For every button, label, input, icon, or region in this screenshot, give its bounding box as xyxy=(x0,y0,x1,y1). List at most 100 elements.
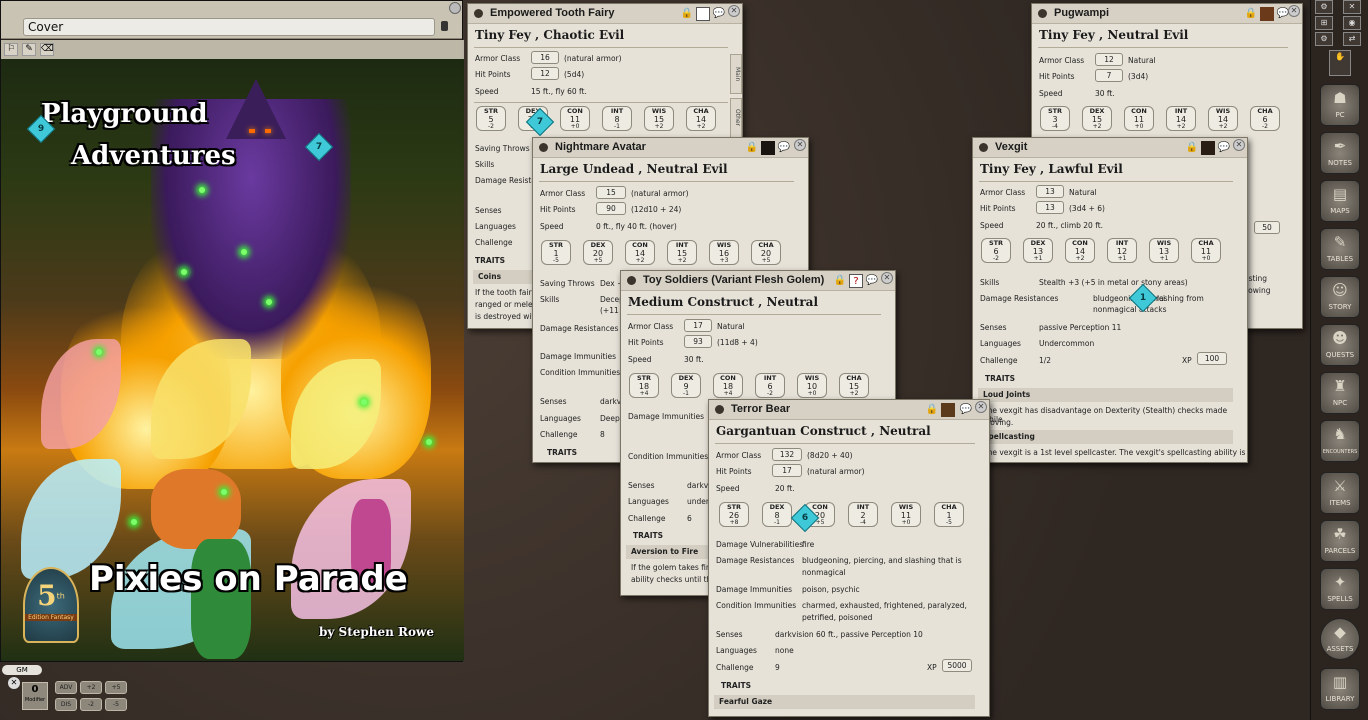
hp-field[interactable]: 12 xyxy=(531,67,559,80)
token-icon[interactable] xyxy=(715,405,724,414)
lock-icon[interactable]: 🔒 xyxy=(680,7,694,21)
xp-field[interactable]: 100 xyxy=(1197,352,1227,365)
hp-field[interactable]: 7 xyxy=(1095,69,1123,82)
portrait-icon[interactable] xyxy=(941,403,955,417)
portrait-icon[interactable] xyxy=(696,7,710,21)
stat-str[interactable]: STR 1 -5 xyxy=(541,240,571,265)
stat-wis[interactable]: WIS 16 +3 xyxy=(709,240,739,265)
token-icon[interactable] xyxy=(627,276,636,285)
gear-icon[interactable]: ⚙ xyxy=(1315,0,1333,14)
chat-icon[interactable]: 💬 xyxy=(712,7,726,21)
sheet-name[interactable]: Toy Soldiers (Variant Flesh Golem) xyxy=(643,274,824,286)
hp-field[interactable]: 93 xyxy=(684,335,712,348)
lock-icon[interactable]: 🔒 xyxy=(1185,141,1199,155)
stat-dex[interactable]: DEX 15 +2 xyxy=(1082,106,1112,131)
ac-field[interactable]: 16 xyxy=(531,51,559,64)
lock-icon[interactable]: 🔒 xyxy=(925,403,939,417)
cover-window[interactable]: Cover ⚐ ✎ ⌫ Playground Adventures Pixies… xyxy=(0,0,464,662)
close-icon[interactable]: ✕ xyxy=(881,272,893,284)
die-d20[interactable]: 7 xyxy=(525,107,555,137)
lock-icon[interactable] xyxy=(441,21,448,31)
stat-int[interactable]: INT 14 +2 xyxy=(1166,106,1196,131)
edit-icon[interactable]: ✎ xyxy=(22,43,36,56)
stat-int[interactable]: INT 8 -1 xyxy=(602,106,632,131)
sidebar-item-encounters[interactable]: ♞ ENCOUNTERS xyxy=(1320,420,1360,462)
stat-dex[interactable]: DEX 13 +1 xyxy=(1023,238,1053,263)
stat-con[interactable]: CON 11 +0 xyxy=(1124,106,1154,131)
xp-field[interactable]: 50 xyxy=(1254,221,1280,234)
lock-icon[interactable]: 🔒 xyxy=(1244,7,1258,21)
chat-icon[interactable]: 💬 xyxy=(865,274,879,288)
ac-field[interactable]: 12 xyxy=(1095,53,1123,66)
stat-dex[interactable]: DEX 8 -1 xyxy=(762,502,792,527)
cover-titlebar[interactable]: Cover xyxy=(1,1,462,39)
sidebar-item-library[interactable]: ▥ LIBRARY xyxy=(1320,668,1360,710)
sheet-name[interactable]: Nightmare Avatar xyxy=(555,141,646,153)
hotkey-minus5[interactable]: -5 xyxy=(105,698,127,711)
stat-int[interactable]: INT 6 -2 xyxy=(755,373,785,398)
sheet-terror-bear[interactable]: Terror Bear 🔒 💬 ✕ Gargantuan Construct , N… xyxy=(708,399,990,717)
stat-str[interactable]: STR 3 -4 xyxy=(1040,106,1070,131)
stat-int[interactable]: INT 2 -4 xyxy=(848,502,878,527)
sidebar-item-notes[interactable]: ✒ NOTES xyxy=(1320,132,1360,174)
sidebar-item-pc[interactable]: ☗ PC xyxy=(1320,84,1360,126)
sidebar-item-items[interactable]: ⚔ ITEMS xyxy=(1320,472,1360,514)
sheet-name[interactable]: Vexgit xyxy=(995,141,1027,153)
close-icon[interactable]: ✕ xyxy=(1233,139,1245,151)
measure-icon[interactable]: ⊞ xyxy=(1315,16,1333,30)
hotkey-plus2[interactable]: +2 xyxy=(80,681,102,694)
stat-con[interactable]: CON 14 +2 xyxy=(1065,238,1095,263)
dice-icon[interactable]: ✕ xyxy=(1343,0,1361,14)
close-icon[interactable]: ✕ xyxy=(794,139,806,151)
portrait-icon[interactable]: ? xyxy=(849,274,863,288)
hotkey-plus5[interactable]: +5 xyxy=(105,681,127,694)
portrait-icon[interactable] xyxy=(1260,7,1274,21)
sheet-name[interactable]: Empowered Tooth Fairy xyxy=(490,7,614,19)
sidebar-item-assets[interactable]: ◆ ASSETS xyxy=(1320,618,1360,660)
hotkey-minus2[interactable]: -2 xyxy=(80,698,102,711)
stat-wis[interactable]: WIS 11 +0 xyxy=(891,502,921,527)
sheet-name[interactable]: Terror Bear xyxy=(731,403,790,415)
sidebar-item-npc[interactable]: ♜ NPC xyxy=(1320,372,1360,414)
token-icon[interactable] xyxy=(474,9,483,18)
eye-icon[interactable]: ◉ xyxy=(1343,16,1361,30)
close-icon[interactable] xyxy=(449,2,461,14)
lock-icon[interactable]: 🔒 xyxy=(745,141,759,155)
stat-con[interactable]: CON 11 +0 xyxy=(560,106,590,131)
hp-field[interactable]: 13 xyxy=(1036,201,1064,214)
sidebar-item-story[interactable]: ☺ STORY xyxy=(1320,276,1360,318)
stat-str[interactable]: STR 6 -2 xyxy=(981,238,1011,263)
hp-field[interactable]: 90 xyxy=(596,202,626,215)
ac-field[interactable]: 15 xyxy=(596,186,626,199)
stat-str[interactable]: STR 18 +4 xyxy=(629,373,659,398)
erase-icon[interactable]: ⌫ xyxy=(40,43,54,56)
sidebar-item-quests[interactable]: ☻ QUESTS xyxy=(1320,324,1360,366)
portrait-icon[interactable] xyxy=(761,141,775,155)
stat-con[interactable]: CON 14 +2 xyxy=(625,240,655,265)
arrows-icon[interactable]: ⇄ xyxy=(1343,32,1361,46)
stat-cha[interactable]: CHA 20 +5 xyxy=(751,240,781,265)
tab-main[interactable]: Main xyxy=(730,54,742,94)
chat-icon[interactable]: 💬 xyxy=(959,403,973,417)
share-icon[interactable]: ⚐ xyxy=(4,43,18,56)
ac-field[interactable]: 17 xyxy=(684,319,712,332)
modifier-box[interactable]: 0 Modifier xyxy=(22,682,48,710)
sidebar-item-spells[interactable]: ✦ SPELLS xyxy=(1320,568,1360,610)
stat-cha[interactable]: CHA 15 +2 xyxy=(839,373,869,398)
person-icon[interactable]: ✋ xyxy=(1329,50,1351,76)
stat-int[interactable]: INT 15 +2 xyxy=(667,240,697,265)
sidebar-item-tables[interactable]: ✎ TABLES xyxy=(1320,228,1360,270)
sidebar-item-parcels[interactable]: ☘ PARCELS xyxy=(1320,520,1360,562)
token-icon[interactable] xyxy=(1038,9,1047,18)
xp-field[interactable]: 5000 xyxy=(942,659,972,672)
chat-icon[interactable]: 💬 xyxy=(777,141,791,155)
stat-wis[interactable]: WIS 14 +2 xyxy=(1208,106,1238,131)
stat-int[interactable]: INT 12 +1 xyxy=(1107,238,1137,263)
close-icon[interactable]: ✕ xyxy=(8,677,20,689)
token-icon[interactable] xyxy=(539,143,548,152)
tab-other[interactable]: Other xyxy=(730,98,742,138)
stat-cha[interactable]: CHA 14 +2 xyxy=(686,106,716,131)
lock-icon[interactable]: 🔒 xyxy=(833,274,847,288)
stat-cha[interactable]: CHA 6 -2 xyxy=(1250,106,1280,131)
ac-field[interactable]: 13 xyxy=(1036,185,1064,198)
